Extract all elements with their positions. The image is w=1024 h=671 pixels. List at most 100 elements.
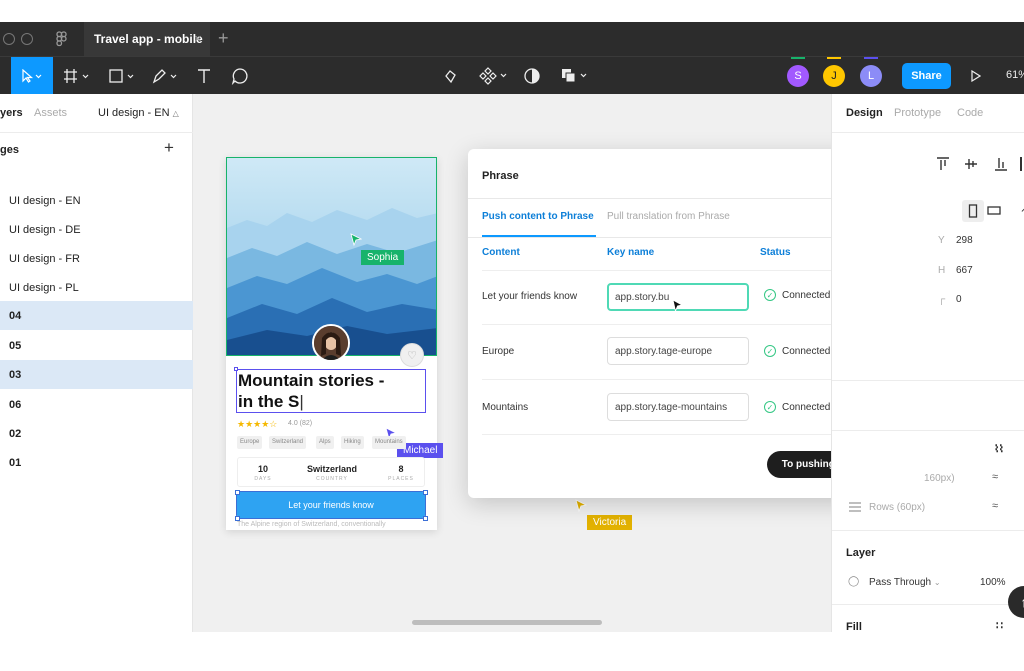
tag-chip[interactable]: Mountains [372, 436, 406, 449]
horizontal-scrollbar[interactable] [412, 620, 602, 625]
toolbar: S J L Share 61% [0, 56, 1024, 95]
heart-icon[interactable]: ♡ [400, 343, 424, 367]
page-item-label: 02 [9, 428, 22, 440]
present-button[interactable] [966, 57, 986, 95]
layer-section-header: Layer [846, 547, 876, 559]
key-name-value: app.story.tage-europe [615, 346, 713, 357]
hand-gesture-icon [445, 70, 456, 84]
page-item-selected[interactable]: 03 [0, 360, 193, 389]
share-button[interactable]: Share [902, 63, 951, 89]
file-tab[interactable]: Travel app - mobile × [84, 22, 210, 56]
grid-columns[interactable]: 160px) [924, 473, 955, 484]
boolean-button[interactable] [558, 57, 592, 95]
stat-places-value: 8 [398, 464, 404, 474]
blend-icon: ◯ [848, 576, 860, 587]
portrait-toggle[interactable] [962, 200, 984, 222]
mask-button[interactable] [521, 57, 543, 95]
divider [832, 430, 1024, 431]
zoom-level[interactable]: 61% [1006, 69, 1024, 81]
corner-radius-value[interactable]: 0 [956, 294, 962, 305]
tag-chip[interactable]: Europe [237, 436, 263, 449]
tag-chip[interactable]: Alps [316, 436, 334, 449]
avatar-s[interactable]: S [787, 65, 809, 87]
tab-prototype[interactable]: Prototype [894, 107, 941, 119]
resize-handle[interactable] [234, 367, 238, 371]
comment-tool-button[interactable] [228, 57, 252, 95]
page-item-label: 03 [9, 369, 22, 381]
story-title-textbox[interactable]: Mountain stories - in the S| [236, 369, 426, 413]
frame-icon [64, 69, 89, 83]
pen-tool-button[interactable] [148, 57, 184, 95]
resize-handle[interactable] [423, 490, 428, 495]
boolean-icon [562, 69, 587, 83]
figma-logo-icon[interactable] [56, 31, 67, 47]
stat-days-label: DAYS [254, 476, 272, 482]
tab-layers[interactable]: yers [0, 107, 23, 119]
row-content: Let your friends know [482, 291, 578, 302]
tag-chip[interactable]: Hiking [341, 436, 364, 449]
grid-rows[interactable]: Rows (60px) [869, 502, 925, 513]
page-item-label: 05 [9, 340, 22, 352]
eye-hidden-icon[interactable]: ≈ [992, 471, 998, 483]
text-tool-button[interactable] [192, 57, 216, 95]
share-with-friends-button[interactable]: Let your friends know [236, 491, 426, 519]
frame-tool-button[interactable] [60, 57, 96, 95]
victoria-cursor-label: Victoria [587, 515, 633, 530]
key-name-input[interactable]: app.story.tage-mountains [607, 393, 749, 421]
landscape-icon[interactable] [986, 204, 1002, 223]
text-icon [198, 69, 210, 83]
window-close-dot[interactable] [3, 33, 15, 45]
page-item[interactable]: 01 [0, 448, 193, 477]
layer-opacity[interactable]: 100% [980, 577, 1006, 588]
align-bottom-icon[interactable] [994, 157, 1008, 176]
key-name-value: app.story.bu [615, 292, 670, 303]
page-item[interactable]: 02 [0, 419, 193, 448]
add-page-button[interactable]: + [164, 138, 174, 158]
new-tab-button[interactable]: + [218, 28, 229, 49]
tab-design[interactable]: Design [846, 107, 883, 119]
component-button[interactable] [476, 57, 512, 95]
divider [832, 604, 1024, 605]
shape-tool-button[interactable] [104, 57, 142, 95]
page-item[interactable]: UI design - FR [0, 244, 193, 273]
page-item[interactable]: UI design - PL [0, 273, 193, 302]
window-minimize-dot[interactable] [21, 33, 33, 45]
rating-value: 4.0 (82) [288, 420, 313, 427]
distribute-icon[interactable] [1020, 157, 1022, 171]
tag-chip[interactable]: Switzerland [269, 436, 307, 449]
align-top-icon[interactable] [936, 157, 950, 176]
contrast-icon [524, 68, 540, 84]
plugin-button[interactable] [439, 57, 461, 95]
tab-push-content[interactable]: Push content to Phrase [482, 211, 594, 222]
close-tab-icon[interactable]: × [194, 31, 202, 46]
pages-header: ges [0, 144, 19, 156]
divider [0, 132, 193, 133]
resize-handle[interactable] [235, 490, 240, 495]
blend-mode-select[interactable]: Pass Through ⌄ [869, 577, 941, 588]
h-value[interactable]: 667 [956, 265, 973, 276]
grid-layout-icon[interactable]: ∷ [995, 441, 1002, 454]
resize-handle[interactable] [423, 516, 428, 521]
tab-pull-translation[interactable]: Pull translation from Phrase [607, 211, 730, 222]
row-content: Mountains [482, 402, 529, 413]
align-middle-icon[interactable] [964, 157, 978, 176]
y-value[interactable]: 298 [956, 235, 973, 246]
page-item[interactable]: 06 [0, 390, 193, 419]
avatar-j[interactable]: J [823, 65, 845, 87]
avatar-l[interactable]: L [860, 65, 882, 87]
move-tool-button[interactable] [11, 57, 53, 95]
mobile-frame[interactable]: Sophia ♡ Mountain stories - in the S| Mi… [226, 157, 444, 530]
page-item[interactable]: UI design - EN [0, 186, 193, 215]
fill-style-icon[interactable]: ∷ [996, 619, 1003, 632]
eye-hidden-icon[interactable]: ≈ [992, 500, 998, 512]
tab-assets[interactable]: Assets [34, 107, 67, 119]
page-item-selected[interactable]: 04 [0, 301, 193, 330]
key-name-input[interactable]: app.story.tage-europe [607, 337, 749, 365]
page-item[interactable]: UI design - DE [0, 215, 193, 244]
story-title-line-1: Mountain stories - [238, 371, 385, 390]
presence-bar [827, 57, 841, 59]
page-selector[interactable]: UI design - EN △ [98, 107, 179, 119]
resize-to-fit-icon[interactable]: ↗ [1020, 202, 1024, 215]
tab-code[interactable]: Code [957, 107, 983, 119]
page-item[interactable]: 05 [0, 331, 193, 360]
